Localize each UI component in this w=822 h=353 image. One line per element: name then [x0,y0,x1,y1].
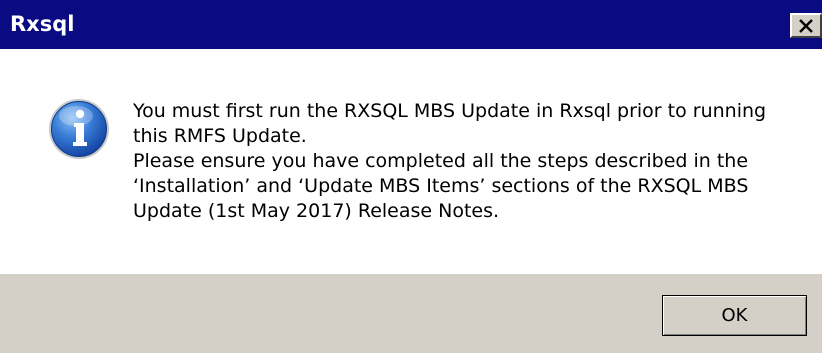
title-bar[interactable]: Rxsql [0,0,822,49]
message-line: Please ensure you have completed all the… [133,150,749,172]
message-line: this RMFS Update. [133,125,307,147]
message-line: You must first run the RXSQL MBS Update … [133,100,767,122]
message-text: You must first run the RXSQL MBS Update … [133,99,793,224]
info-icon [49,99,109,159]
window-title: Rxsql [10,12,75,36]
message-line: ‘Installation’ and ‘Update MBS Items’ se… [133,175,749,197]
close-button[interactable] [790,13,822,38]
close-icon [799,19,813,33]
ok-button[interactable]: OK [662,295,807,336]
message-dialog: Rxsql You must first run the RXSQL MBS U… [0,0,822,353]
message-line: Update (1st May 2017) Release Notes. [133,200,500,222]
button-bar: OK [0,274,822,353]
dialog-content: You must first run the RXSQL MBS Update … [0,49,822,274]
